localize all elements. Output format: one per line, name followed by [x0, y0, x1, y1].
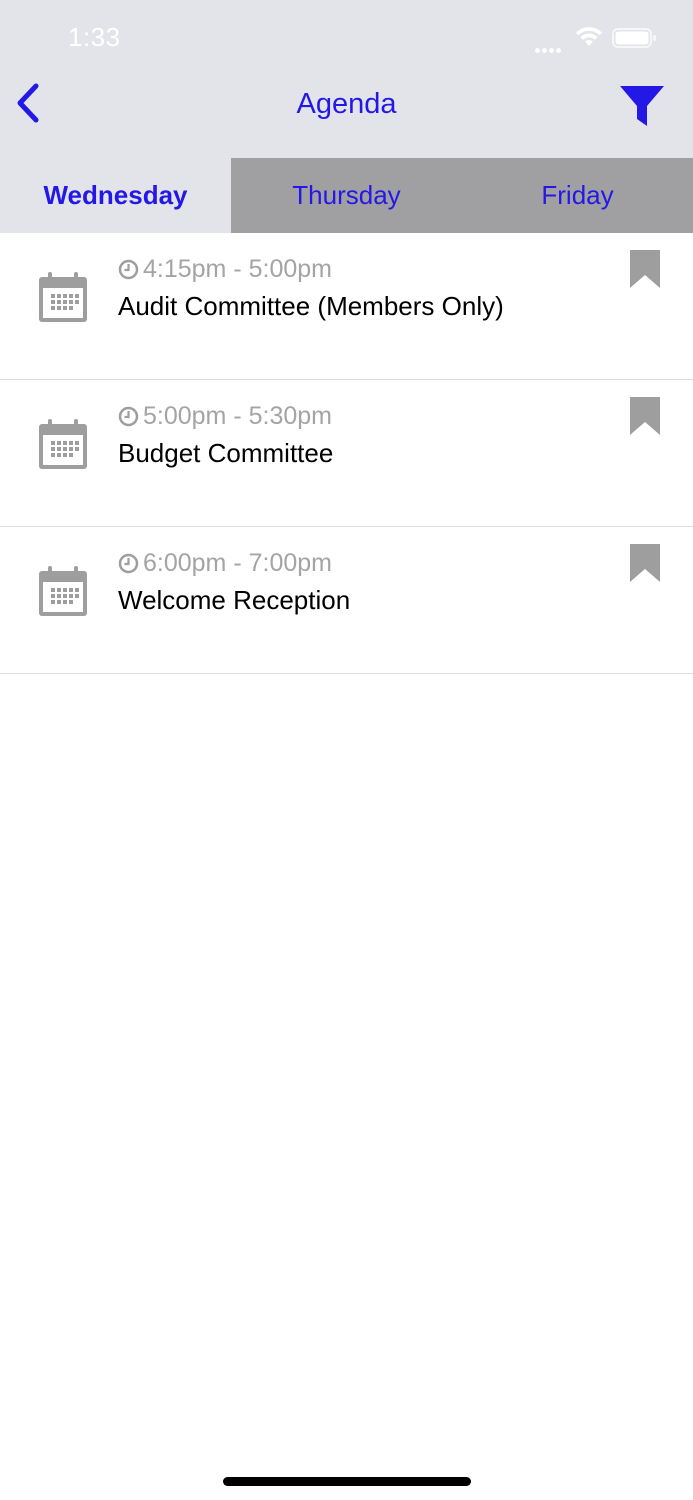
session-time: 4:15pm - 5:00pm	[143, 255, 332, 283]
session-title: Welcome Reception	[118, 585, 351, 615]
tab-wednesday[interactable]: Wednesday	[0, 158, 231, 233]
filter-button[interactable]	[616, 82, 668, 130]
bookmark-icon[interactable]	[628, 396, 662, 436]
status-bar: 1:33	[0, 0, 693, 72]
agenda-item[interactable]: 5:00pm - 5:30pm Budget Committee	[0, 380, 693, 527]
agenda-item[interactable]: 6:00pm - 7:00pm Welcome Reception	[0, 527, 693, 674]
clock-icon	[118, 259, 139, 280]
cellular-signal-icon	[535, 40, 563, 58]
clock-icon	[118, 406, 139, 427]
calendar-icon	[39, 566, 87, 616]
day-tab-bar: Wednesday Thursday Friday	[0, 158, 693, 233]
clock-icon	[118, 553, 139, 574]
home-indicator[interactable]	[223, 1477, 471, 1486]
time-row: 5:00pm - 5:30pm	[118, 402, 332, 431]
bookmark-icon[interactable]	[628, 543, 662, 583]
session-time: 5:00pm - 5:30pm	[143, 402, 332, 430]
agenda-list: 4:15pm - 5:00pm Audit Committee (Members…	[0, 233, 693, 674]
battery-icon	[612, 28, 656, 48]
tab-friday[interactable]: Friday	[462, 158, 693, 233]
page-title: Agenda	[296, 88, 397, 120]
status-time: 1:33	[68, 22, 121, 52]
bookmark-icon[interactable]	[628, 249, 662, 289]
wifi-icon	[576, 27, 602, 46]
navigation-bar: Agenda	[0, 72, 693, 158]
time-row: 6:00pm - 7:00pm	[118, 549, 332, 578]
calendar-icon	[39, 272, 87, 322]
session-time: 6:00pm - 7:00pm	[143, 549, 332, 577]
session-title: Audit Committee (Members Only)	[118, 291, 504, 321]
tab-thursday[interactable]: Thursday	[231, 158, 462, 233]
filter-icon	[620, 86, 664, 126]
time-row: 4:15pm - 5:00pm	[118, 255, 332, 284]
session-title: Budget Committee	[118, 438, 334, 468]
agenda-item[interactable]: 4:15pm - 5:00pm Audit Committee (Members…	[0, 233, 693, 380]
calendar-icon	[39, 419, 87, 469]
